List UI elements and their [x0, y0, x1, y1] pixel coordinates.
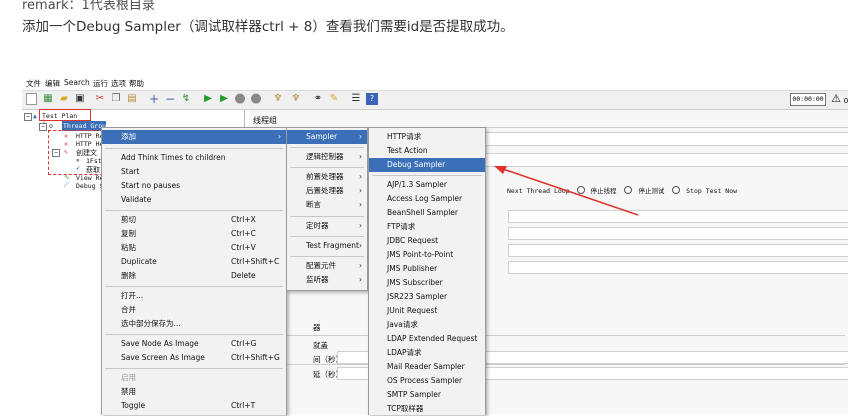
annotation-arrow: [494, 166, 639, 216]
